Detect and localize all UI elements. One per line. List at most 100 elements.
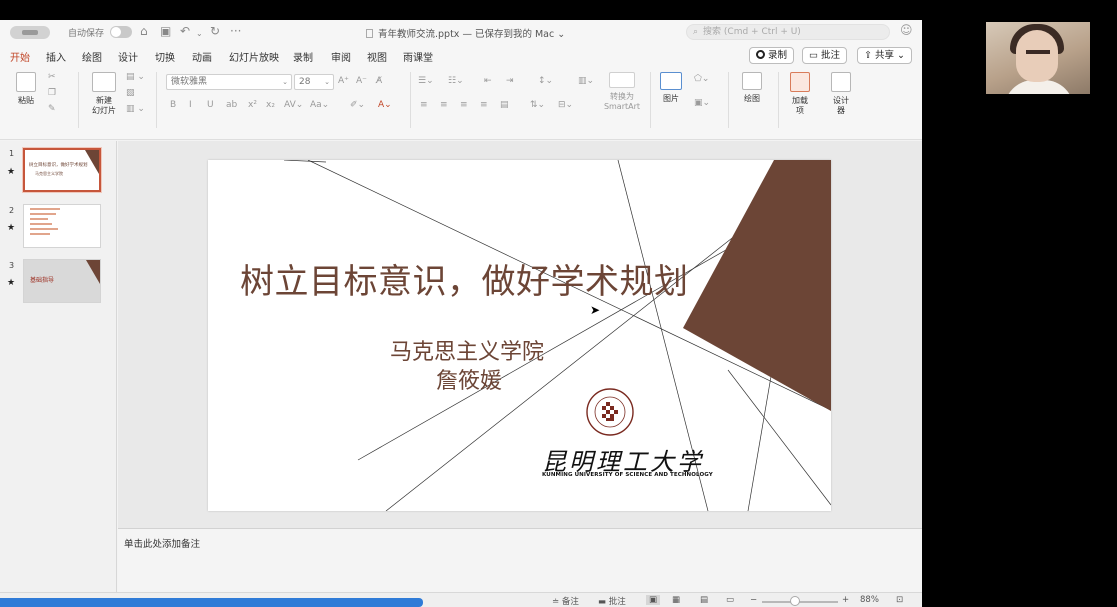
normal-view-icon[interactable]: ▣ bbox=[646, 595, 661, 605]
slide-subtitle[interactable]: 马克思主义学院 bbox=[390, 334, 544, 366]
increase-indent-icon[interactable]: ⇥ bbox=[506, 76, 514, 86]
distributed-icon[interactable]: ▤ bbox=[500, 100, 509, 110]
draw-button[interactable]: 绘图 bbox=[736, 72, 768, 104]
tab-home[interactable]: 开始 bbox=[10, 49, 30, 69]
sorter-view-icon[interactable]: ▦ bbox=[672, 595, 680, 605]
undo-dropdown-icon[interactable]: ⌄ bbox=[196, 27, 203, 41]
thumbnail-shape bbox=[86, 260, 100, 284]
slide-thumbnail-pane: 1 ★ 树立目标意识，做好学术规划 马克思主义学院 2 ★ 3 ★ 基础指导 bbox=[0, 141, 117, 607]
picture-button[interactable]: 图片 bbox=[656, 72, 686, 104]
shapes-icon[interactable]: ⬠⌄ bbox=[694, 74, 709, 84]
notes-placeholder[interactable]: 单击此处添加备注 bbox=[124, 536, 200, 550]
star-icon: ★ bbox=[7, 167, 16, 177]
addins-button[interactable]: 加载 项 bbox=[786, 72, 814, 116]
reset-icon[interactable]: ▧ bbox=[126, 88, 135, 98]
notes-toggle-button[interactable]: ≐ 备注 bbox=[552, 595, 579, 607]
tab-draw[interactable]: 绘图 bbox=[82, 49, 102, 64]
tab-insert[interactable]: 插入 bbox=[46, 49, 66, 64]
thumbnail-number: 3 bbox=[9, 261, 15, 270]
textbox-icon[interactable]: ▣⌄ bbox=[694, 98, 710, 108]
tab-design[interactable]: 设计 bbox=[118, 49, 138, 64]
font-size-select[interactable]: 28 ⌄ bbox=[294, 74, 334, 90]
star-icon: ★ bbox=[7, 223, 16, 233]
format-painter-icon[interactable]: ✎ bbox=[48, 104, 56, 114]
tab-review[interactable]: 审阅 bbox=[331, 49, 351, 64]
more-icon[interactable]: ··· bbox=[230, 24, 241, 38]
text-direction-icon[interactable]: ⇅⌄ bbox=[530, 100, 545, 110]
cut-icon[interactable]: ✂ bbox=[48, 72, 56, 82]
help-icon[interactable]: ☺ bbox=[900, 23, 913, 37]
align-right-icon[interactable]: ≡ bbox=[460, 100, 468, 110]
font-name-select[interactable]: 微软雅黑 ⌄ bbox=[166, 74, 292, 90]
sidebar-toggle-button[interactable] bbox=[10, 26, 50, 39]
slide-author[interactable]: 詹筱媛 bbox=[436, 363, 502, 395]
highlight-icon[interactable]: ✐⌄ bbox=[350, 100, 365, 110]
tab-record[interactable]: 录制 bbox=[293, 49, 313, 64]
tab-transitions[interactable]: 切换 bbox=[155, 49, 175, 64]
decrease-font-icon[interactable]: A⁻ bbox=[356, 76, 367, 86]
redo-icon[interactable]: ↻ bbox=[210, 24, 220, 38]
comments-button[interactable]: ▭ 批注 bbox=[802, 47, 848, 64]
change-case-icon[interactable]: Aa⌄ bbox=[310, 100, 329, 110]
columns-icon[interactable]: ▥⌄ bbox=[578, 76, 594, 86]
record-icon bbox=[756, 50, 765, 59]
current-slide[interactable]: 树立目标意识，做好学术规划 马克思主义学院 詹筱媛 昆明理工大学 KUNMING… bbox=[208, 160, 831, 511]
new-slide-button[interactable]: 新建 幻灯片 bbox=[86, 72, 122, 116]
line-spacing-icon[interactable]: ↕⌄ bbox=[538, 76, 553, 86]
decrease-indent-icon[interactable]: ⇤ bbox=[484, 76, 492, 86]
slide-title[interactable]: 树立目标意识，做好学术规划 bbox=[240, 254, 689, 303]
justify-icon[interactable]: ≡ bbox=[480, 100, 488, 110]
zoom-in-button[interactable]: + bbox=[842, 595, 849, 605]
convert-smartart-button[interactable]: 转换为 SmartArt bbox=[600, 72, 644, 112]
tab-view[interactable]: 视图 bbox=[367, 49, 387, 64]
zoom-out-button[interactable]: − bbox=[750, 595, 757, 605]
comments-toggle-label: 批注 bbox=[608, 597, 626, 607]
paste-label: 粘贴 bbox=[18, 96, 34, 105]
superscript-icon[interactable]: x² bbox=[248, 100, 257, 110]
slideshow-view-icon[interactable]: ▭ bbox=[726, 595, 734, 605]
subscript-icon[interactable]: x₂ bbox=[266, 100, 275, 110]
copy-icon[interactable]: ❐ bbox=[48, 88, 56, 98]
align-left-icon[interactable]: ≡ bbox=[420, 100, 428, 110]
bullets-icon[interactable]: ☰⌄ bbox=[418, 76, 434, 86]
zoom-slider[interactable] bbox=[762, 601, 838, 603]
bold-icon[interactable]: B bbox=[170, 100, 176, 110]
align-center-icon[interactable]: ≡ bbox=[440, 100, 448, 110]
zoom-slider-handle[interactable] bbox=[790, 596, 800, 606]
underline-icon[interactable]: U bbox=[207, 100, 214, 110]
autosave-toggle[interactable] bbox=[110, 26, 132, 38]
title-chevron-icon[interactable]: ⌄ bbox=[557, 29, 565, 40]
align-text-icon[interactable]: ⊟⌄ bbox=[558, 100, 573, 110]
tab-rain-classroom[interactable]: 雨课堂 bbox=[403, 49, 433, 64]
share-button[interactable]: ⇪ 共享 ⌄ bbox=[857, 47, 912, 64]
tab-slideshow[interactable]: 幻灯片放映 bbox=[229, 49, 279, 64]
strikethrough-icon[interactable]: ab bbox=[226, 100, 237, 110]
comments-toggle-button[interactable]: ▬ 批注 bbox=[598, 595, 626, 607]
italic-icon[interactable]: I bbox=[189, 100, 192, 110]
fit-to-window-icon[interactable]: ⊡ bbox=[896, 595, 903, 605]
clear-format-icon[interactable]: A̸ bbox=[376, 76, 382, 86]
designer-button[interactable]: 设计 器 bbox=[826, 72, 856, 116]
numbering-icon[interactable]: ☷⌄ bbox=[448, 76, 464, 86]
notes-toggle-label: 备注 bbox=[561, 597, 579, 607]
reading-view-icon[interactable]: ▤ bbox=[700, 595, 708, 605]
slide-thumbnail-2[interactable] bbox=[23, 204, 101, 248]
record-button[interactable]: 录制 bbox=[749, 47, 795, 64]
zoom-level[interactable]: 88% bbox=[860, 595, 879, 605]
save-icon[interactable]: ▣ bbox=[160, 24, 171, 38]
font-color-icon[interactable]: A⌄ bbox=[378, 100, 392, 110]
section-icon[interactable]: ▥ ⌄ bbox=[126, 104, 145, 114]
new-slide-label: 新建 幻灯片 bbox=[92, 96, 116, 115]
slide-thumbnail-1[interactable]: 树立目标意识，做好学术规划 马克思主义学院 bbox=[23, 148, 101, 192]
layout-icon[interactable]: ▤ ⌄ bbox=[126, 72, 145, 82]
char-spacing-icon[interactable]: AV⌄ bbox=[284, 100, 303, 110]
video-person-face bbox=[1016, 30, 1058, 82]
tab-animations[interactable]: 动画 bbox=[192, 49, 212, 64]
search-input[interactable]: ⌕ 搜索 (Cmd + Ctrl + U) bbox=[686, 24, 890, 40]
undo-icon[interactable]: ↶ bbox=[180, 24, 190, 38]
home-icon[interactable]: ⌂ bbox=[140, 24, 148, 38]
draw-label: 绘图 bbox=[744, 94, 760, 103]
increase-font-icon[interactable]: A⁺ bbox=[338, 76, 349, 86]
slide-thumbnail-3[interactable]: 基础指导 bbox=[23, 259, 101, 303]
paste-button[interactable]: 粘贴 bbox=[12, 72, 40, 106]
